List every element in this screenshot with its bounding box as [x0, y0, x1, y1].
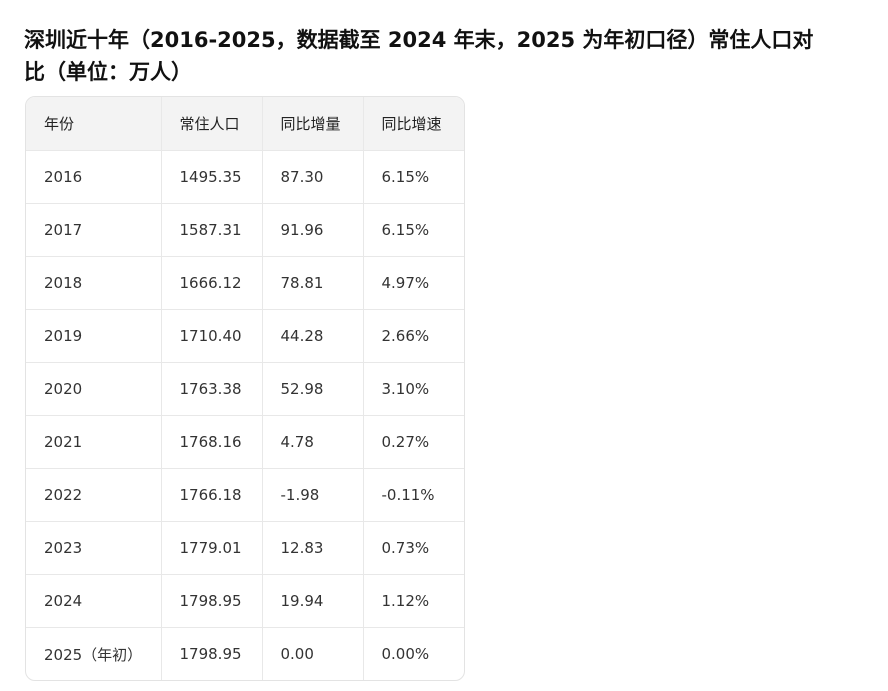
table-row: 2016 1495.35 87.30 6.15% — [26, 150, 464, 204]
cell-population: 1779.01 — [161, 521, 263, 575]
cell-yoy-growth: 0.00% — [381, 645, 430, 663]
cell-yoy-growth: 3.10% — [363, 362, 464, 416]
cell-population: 1710.40 — [161, 309, 263, 363]
table-header: 年份 常住人口 同比增量 同比增速 — [26, 97, 464, 151]
table-row: 2022 1766.18 -1.98 -0.11% — [26, 468, 464, 522]
cell-yoy-increase: -1.98 — [262, 468, 364, 522]
cell-yoy-growth: 4.97% — [363, 256, 464, 310]
population-table-container: 年份 常住人口 同比增量 同比增速 2016 1495.35 87.30 6.15% 2… — [25, 96, 465, 681]
table-row: 2017 1587.31 91.96 6.15% — [26, 203, 464, 257]
table-row: 2024 1798.95 19.94 1.12% — [26, 574, 464, 628]
table-header-row: 年份 常住人口 同比增量 同比增速 — [26, 97, 464, 151]
cell-population: 1587.31 — [161, 203, 263, 257]
cell-yoy-increase: 12.83 — [262, 521, 364, 575]
table-row: 2025（年初） 1798.95 0.00 0.00% — [26, 627, 464, 680]
population-table: 年份 常住人口 同比增量 同比增速 2016 1495.35 87.30 6.15% 2… — [26, 97, 464, 680]
cell-year: 2020 — [26, 362, 162, 416]
header-year: 年份 — [26, 97, 162, 151]
cell-yoy-increase: 78.81 — [262, 256, 364, 310]
cell-year: 2018 — [26, 256, 162, 310]
table-row: 2018 1666.12 78.81 4.97% — [26, 256, 464, 310]
cell-yoy-growth: 6.15% — [363, 150, 464, 204]
cell-year: 2022 — [26, 468, 162, 522]
table-row: 2020 1763.38 52.98 3.10% — [26, 362, 464, 416]
cell-yoy-growth: 2.66% — [363, 309, 464, 363]
cell-yoy-growth: 1.12% — [363, 574, 464, 628]
table-row: 2023 1779.01 12.83 0.73% — [26, 521, 464, 575]
cell-yoy-increase: 44.28 — [262, 309, 364, 363]
cell-yoy-increase: 4.78 — [262, 415, 364, 469]
cell-population: 1798.95 — [161, 627, 263, 680]
cell-year: 2016 — [26, 150, 162, 204]
header-yoy-growth: 同比增速 — [363, 97, 464, 151]
page: 深圳近十年（2016-2025，数据截至 2024 年末，2025 为年初口径）… — [0, 0, 888, 691]
cell-population: 1798.95 — [161, 574, 263, 628]
table-row: 2021 1768.16 4.78 0.27% — [26, 415, 464, 469]
cell-population: 1768.16 — [161, 415, 263, 469]
table-body: 2016 1495.35 87.30 6.15% 2017 1587.31 91.96 6.1… — [26, 150, 464, 680]
header-yoy-increase: 同比增量 — [262, 97, 364, 151]
cell-year: 2017 — [26, 203, 162, 257]
cell-year: 2019 — [26, 309, 162, 363]
cell-yoy-growth: 6.15% — [363, 203, 464, 257]
cell-yoy-increase: 91.96 — [262, 203, 364, 257]
cell-population: 1766.18 — [161, 468, 263, 522]
cell-population: 1666.12 — [161, 256, 263, 310]
cell-year: 2023 — [26, 521, 162, 575]
cell-yoy-increase: 0.00 — [262, 627, 364, 680]
cell-year: 2025（年初） — [26, 627, 162, 680]
table-row: 2019 1710.40 44.28 2.66% — [26, 309, 464, 363]
cell-yoy-increase: 52.98 — [262, 362, 364, 416]
header-population: 常住人口 — [161, 97, 263, 151]
cell-yoy-growth: -0.11% — [363, 468, 464, 522]
cell-yoy-increase: 87.30 — [262, 150, 364, 204]
cell-yoy-increase: 19.94 — [262, 574, 364, 628]
page-title: 深圳近十年（2016-2025，数据截至 2024 年末，2025 为年初口径）… — [24, 28, 814, 84]
cell-year: 2021 — [26, 415, 162, 469]
cell-yoy-growth: 0.27% — [363, 415, 464, 469]
cell-population: 1495.35 — [161, 150, 263, 204]
cell-population: 1763.38 — [161, 362, 263, 416]
cell-yoy-growth: 0.73% — [363, 521, 464, 575]
cell-year: 2024 — [26, 574, 162, 628]
